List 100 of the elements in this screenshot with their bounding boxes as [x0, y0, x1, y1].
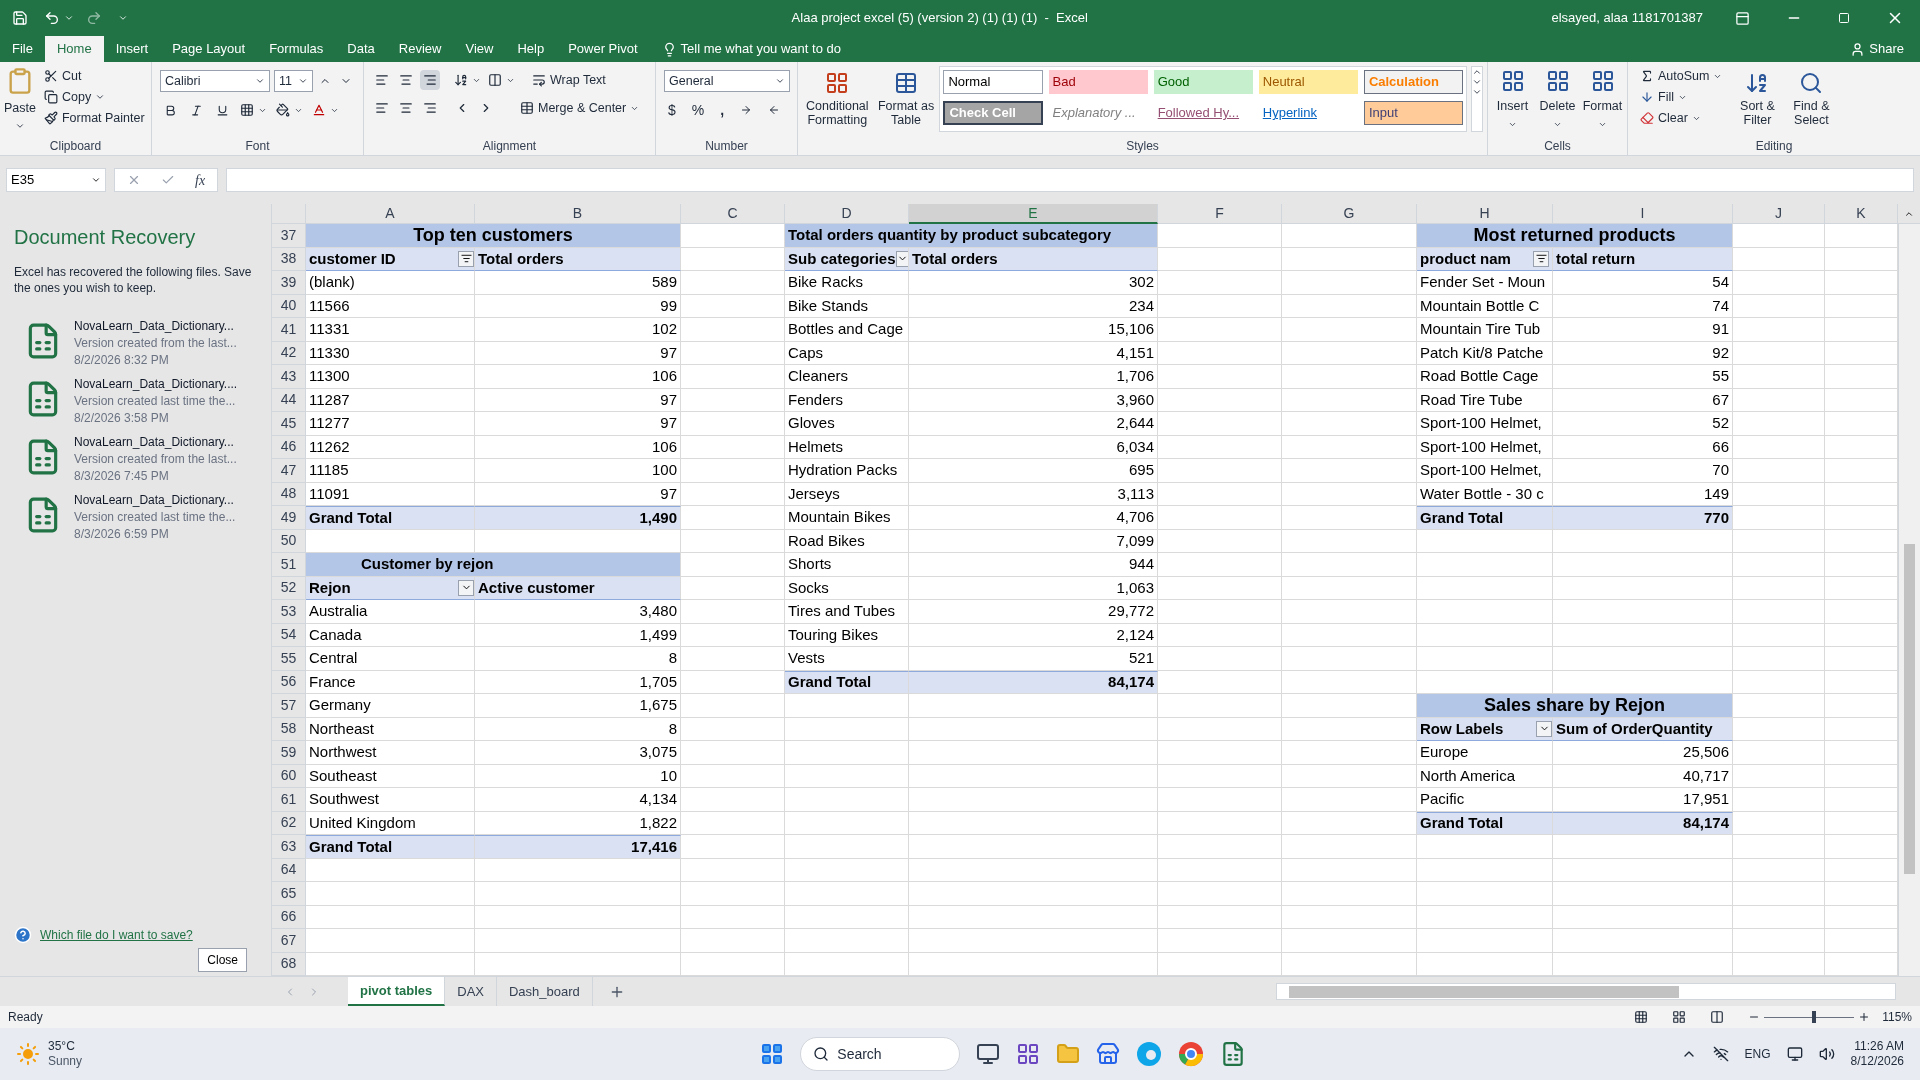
row-header[interactable]: 53 — [272, 600, 306, 624]
empty-cell[interactable] — [785, 764, 909, 788]
row-header[interactable]: 67 — [272, 929, 306, 953]
scrollbar-thumb[interactable] — [1904, 544, 1915, 874]
currency-button[interactable]: $ — [664, 100, 680, 120]
empty-cell[interactable] — [1282, 882, 1417, 906]
row-header[interactable]: 40 — [272, 294, 306, 318]
empty-cell[interactable] — [1417, 835, 1553, 859]
empty-cell[interactable] — [475, 858, 681, 882]
cells-button[interactable]: Delete — [1537, 66, 1578, 132]
search-field[interactable]: Search — [800, 1037, 961, 1071]
empty-cell[interactable] — [1553, 858, 1733, 882]
row-header[interactable]: 46 — [272, 435, 306, 459]
empty-cell[interactable] — [909, 882, 1158, 906]
row-header[interactable]: 64 — [272, 858, 306, 882]
row-header[interactable]: 54 — [272, 623, 306, 647]
empty-cell[interactable] — [1417, 882, 1553, 906]
recovered-file-item[interactable]: NovaLearn_Data_Dictionary.... Version created last time the... 8/2/2026 3:58 PM — [14, 376, 257, 427]
display-icon[interactable] — [1786, 1046, 1803, 1062]
page-layout-icon[interactable] — [1672, 1010, 1687, 1024]
copy-button[interactable]: Copy — [39, 87, 149, 107]
cells-button[interactable]: Insert — [1492, 66, 1533, 132]
folder-icon[interactable] — [1056, 1042, 1081, 1066]
empty-cell[interactable] — [785, 858, 909, 882]
column-header[interactable]: E — [909, 204, 1158, 224]
font-name-field[interactable]: Calibri — [160, 70, 271, 92]
row-header[interactable]: 41 — [272, 318, 306, 342]
empty-cell[interactable] — [1553, 647, 1733, 671]
merge-center-button[interactable]: Merge & Center — [516, 98, 644, 118]
empty-cell[interactable] — [1158, 717, 1282, 741]
scrollbar-thumb[interactable] — [1289, 986, 1679, 998]
share-button[interactable]: Share — [1850, 36, 1904, 62]
comma-button[interactable]: , — [716, 100, 729, 120]
recovered-file-item[interactable]: NovaLearn_Data_Dictionary... Version created last time the... 8/3/2026 6:59 PM — [14, 492, 257, 543]
row-header[interactable]: 49 — [272, 506, 306, 530]
empty-cell[interactable] — [785, 694, 909, 718]
empty-cell[interactable] — [909, 788, 1158, 812]
autosum-button[interactable]: AutoSum — [1636, 66, 1727, 86]
empty-cell[interactable] — [1733, 835, 1825, 859]
row-header[interactable]: 45 — [272, 412, 306, 436]
find-select-button[interactable]: Find & Select — [1788, 66, 1835, 132]
filter-dropdown-button[interactable] — [1536, 720, 1552, 737]
empty-cell[interactable] — [1282, 576, 1417, 600]
empty-cell[interactable] — [475, 882, 681, 906]
name-box[interactable]: E35 — [6, 168, 106, 192]
clock-date[interactable]: 8/12/2026 — [1850, 1054, 1904, 1069]
empty-cell[interactable] — [909, 717, 1158, 741]
sort-filter-button[interactable]: Sort & Filter — [1734, 66, 1781, 132]
empty-cell[interactable] — [785, 717, 909, 741]
close-button[interactable]: Close — [198, 948, 247, 972]
empty-cell[interactable] — [681, 929, 785, 953]
column-header[interactable]: I — [1553, 204, 1733, 224]
column-header[interactable]: F — [1158, 204, 1282, 224]
widgets-icon[interactable] — [1016, 1042, 1041, 1066]
empty-cell[interactable] — [785, 905, 909, 929]
row-header[interactable]: 65 — [272, 882, 306, 906]
empty-cell[interactable] — [1417, 600, 1553, 624]
empty-cell[interactable] — [909, 764, 1158, 788]
empty-cell[interactable] — [1733, 576, 1825, 600]
column-header[interactable]: C — [681, 204, 785, 224]
row-header[interactable]: 51 — [272, 553, 306, 577]
empty-cell[interactable] — [1553, 553, 1733, 577]
clear-button[interactable]: Clear — [1636, 108, 1727, 128]
empty-cell[interactable] — [1282, 835, 1417, 859]
empty-cell[interactable] — [1158, 811, 1282, 835]
menu-tab[interactable]: View — [453, 36, 506, 62]
empty-cell[interactable] — [475, 929, 681, 953]
empty-cell[interactable] — [1158, 741, 1282, 765]
row-header[interactable]: 59 — [272, 741, 306, 765]
menu-tab[interactable]: Formulas — [257, 36, 336, 62]
sheet-tab[interactable]: pivot tables — [348, 977, 446, 1006]
vertical-scrollbar[interactable] — [1898, 224, 1920, 976]
empty-cell[interactable] — [1417, 529, 1553, 553]
row-header[interactable]: 58 — [272, 717, 306, 741]
menu-tab[interactable]: Help — [505, 36, 557, 62]
menu-tab[interactable]: Power Pivot — [556, 36, 650, 62]
empty-cell[interactable] — [1158, 929, 1282, 953]
column-header[interactable]: A — [306, 204, 475, 224]
empty-cell[interactable] — [1733, 529, 1825, 553]
empty-cell[interactable] — [1282, 529, 1417, 553]
empty-cell[interactable] — [909, 858, 1158, 882]
cell-style-option[interactable]: Input — [1363, 101, 1463, 125]
empty-cell[interactable] — [909, 929, 1158, 953]
menu-tab[interactable]: File — [0, 36, 45, 62]
empty-cell[interactable] — [909, 905, 1158, 929]
row-header[interactable]: 57 — [272, 694, 306, 718]
format-as-table-button[interactable]: Format as Table — [876, 66, 936, 132]
row-header[interactable]: 52 — [272, 576, 306, 600]
menu-tab[interactable]: Home — [44, 36, 104, 62]
row-header[interactable]: 39 — [272, 271, 306, 295]
empty-cell[interactable] — [1417, 576, 1553, 600]
empty-cell[interactable] — [1282, 600, 1417, 624]
empty-cell[interactable] — [1158, 905, 1282, 929]
empty-cell[interactable] — [1733, 623, 1825, 647]
empty-cell[interactable] — [1733, 647, 1825, 671]
empty-cell[interactable] — [1417, 647, 1553, 671]
column-header[interactable]: K — [1825, 204, 1898, 224]
empty-cell[interactable] — [1158, 764, 1282, 788]
percent-button[interactable]: % — [687, 100, 709, 120]
row-header[interactable]: 68 — [272, 952, 306, 976]
